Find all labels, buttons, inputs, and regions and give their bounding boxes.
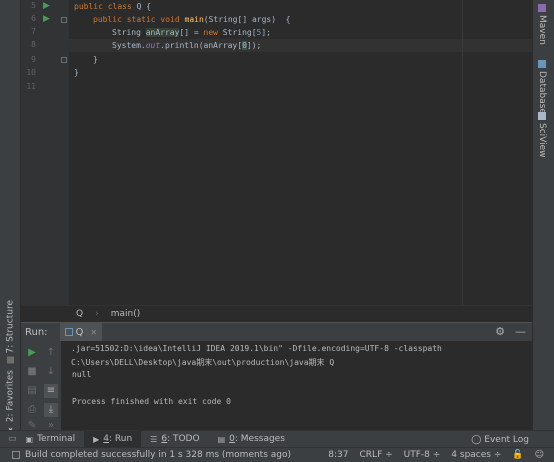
run-icon: ▶ <box>93 434 100 444</box>
bottom-tool-bar: ▭ ▣ Terminal ▶ 4: Run ☰ 6: TODO ▤ 0: Mes… <box>0 430 554 448</box>
status-message[interactable]: Build completed successfully in 1 s 328 … <box>25 450 291 460</box>
line-number: 6 <box>31 14 36 23</box>
close-icon[interactable]: ✕ <box>90 328 97 337</box>
run-tab[interactable]: ▶ 4: Run <box>84 430 142 448</box>
run-main-icon[interactable]: ▶ <box>43 14 50 24</box>
structure-icon <box>7 356 14 364</box>
gear-icon[interactable]: ⚙ <box>495 325 505 338</box>
console-line: .jar=51502:D:\idea\IntelliJ IDEA 2019.1\… <box>71 344 442 353</box>
bubble-icon: ◯ <box>471 434 482 445</box>
fold-icon[interactable] <box>61 17 67 23</box>
code-line-8: System.out.println(anArray[0]); <box>112 41 262 50</box>
editor-gutter: 5 6 7 8 9 10 11 ▶ ▶ <box>21 0 69 305</box>
line-number: 7 <box>31 27 36 36</box>
code-line-9: } <box>93 55 98 64</box>
indent-setting[interactable]: 4 spaces ÷ <box>451 450 501 460</box>
sciview-tool-tab[interactable]: SciView <box>537 112 547 158</box>
status-icon <box>12 451 20 459</box>
run-config-tab[interactable]: Q ✕ <box>59 322 103 342</box>
scroll-to-end-icon[interactable]: ⤓ <box>44 403 58 417</box>
down-arrow-icon[interactable]: ↓ <box>44 365 58 379</box>
run-toolbar: ▶ ↑ ■ ↓ ▤ ≡ ⎙ ⤓ ✎ » <box>21 341 61 431</box>
inspector-icon[interactable]: ☺ <box>535 450 544 460</box>
breadcrumb-class[interactable]: Q <box>76 309 83 319</box>
code-line-10: } <box>74 68 79 77</box>
tool-window-toggle-icon[interactable]: ▭ <box>0 434 17 444</box>
breadcrumb-separator: › <box>95 309 99 319</box>
console-line: null <box>72 370 92 379</box>
caret-position[interactable]: 8:37 <box>328 450 348 460</box>
code-editor[interactable]: 5 6 7 8 9 10 11 ▶ ▶ public class Q { pub… <box>21 0 532 305</box>
stop-icon[interactable]: ■ <box>25 365 39 379</box>
minimize-icon[interactable]: — <box>515 325 526 338</box>
todo-tab[interactable]: ☰ 6: TODO <box>141 431 208 448</box>
file-encoding[interactable]: UTF-8 ÷ <box>404 450 441 460</box>
maven-tool-tab[interactable]: Maven <box>537 4 547 45</box>
run-tool-header: Run: Q ✕ ⚙ — <box>21 322 532 342</box>
terminal-tab[interactable]: ▣ Terminal <box>17 431 85 448</box>
terminal-icon: ▣ <box>25 434 34 444</box>
run-label: Run: <box>25 326 48 338</box>
breadcrumb: Q › main() <box>21 305 532 322</box>
line-separator[interactable]: CRLF ÷ <box>360 450 393 460</box>
database-tool-tab[interactable]: Database <box>537 60 547 114</box>
rerun-icon[interactable]: ▶ <box>25 346 39 360</box>
todo-icon: ☰ <box>150 434 158 444</box>
line-number: 11 <box>26 82 36 91</box>
soft-wrap-icon[interactable]: ≡ <box>44 384 58 398</box>
right-tool-strip: Maven Database SciView <box>532 0 554 430</box>
status-bar: Build completed successfully in 1 s 328 … <box>0 447 554 462</box>
console-icon <box>64 328 73 336</box>
line-number: 5 <box>31 1 36 10</box>
event-log-button[interactable]: ◯ Event Log <box>471 431 529 448</box>
messages-icon: ▤ <box>217 434 226 444</box>
layout-icon[interactable]: ▤ <box>25 384 39 398</box>
print-icon[interactable]: ⎙ <box>25 403 39 417</box>
lock-icon[interactable]: 🔓 <box>512 450 523 460</box>
console-line: C:\Users\DELL\Desktop\java期末\out\product… <box>71 358 335 367</box>
favorites-tool-tab[interactable]: ★ 2: Favorites <box>2 370 19 434</box>
line-number: 9 <box>31 55 36 64</box>
line-number: 10 <box>26 68 36 77</box>
right-margin-guide <box>462 0 463 305</box>
code-line-6: public static void main(String[] args) { <box>93 15 291 24</box>
line-number: 8 <box>31 40 36 49</box>
sciview-icon <box>538 112 546 120</box>
run-class-icon[interactable]: ▶ <box>43 1 50 11</box>
code-line-5: public class Q { <box>74 2 152 11</box>
left-tool-strip: 7: Structure ★ 2: Favorites <box>0 0 21 434</box>
code-line-7: String anArray[] = new String[5]; <box>112 28 271 37</box>
fold-icon[interactable] <box>61 57 67 63</box>
database-icon <box>538 60 546 68</box>
structure-tool-tab[interactable]: 7: Structure <box>2 300 19 364</box>
console-line: Process finished with exit code 0 <box>72 397 231 406</box>
up-arrow-icon[interactable]: ↑ <box>44 346 58 360</box>
run-console[interactable]: .jar=51502:D:\idea\IntelliJ IDEA 2019.1\… <box>61 341 532 430</box>
maven-icon <box>538 4 546 12</box>
messages-tab[interactable]: ▤ 0: Messages <box>209 431 294 448</box>
breadcrumb-method[interactable]: main() <box>111 309 141 319</box>
